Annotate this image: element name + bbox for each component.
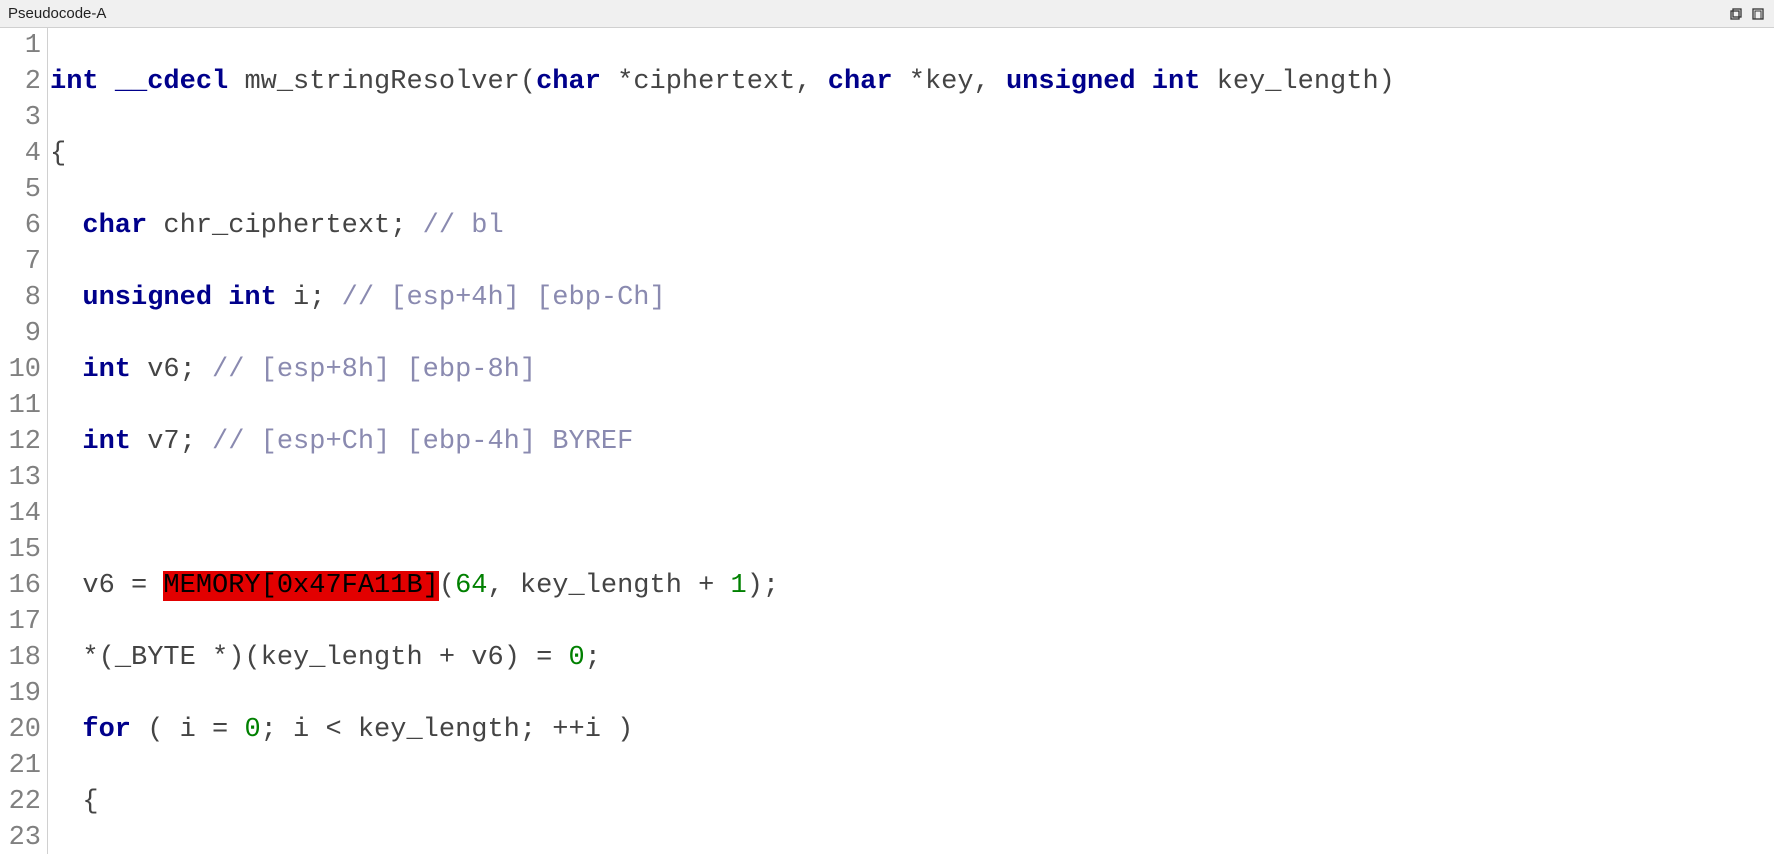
line-number: 22 — [0, 784, 41, 820]
line-number: 9 — [0, 316, 41, 352]
code-editor[interactable]: 1 2 3 4 5 6 7 8 9 10 11 12 13 14 15 16 1… — [0, 28, 1774, 854]
code-line[interactable]: int __cdecl mw_stringResolver(char *ciph… — [50, 64, 1774, 100]
window-titlebar: Pseudocode-A — [0, 0, 1774, 28]
line-number: 2 — [0, 64, 41, 100]
token-type: char — [536, 67, 601, 97]
code-body[interactable]: int __cdecl mw_stringResolver(char *ciph… — [48, 28, 1774, 854]
line-number: 16 — [0, 568, 41, 604]
line-number: 10 — [0, 352, 41, 388]
line-number: 14 — [0, 496, 41, 532]
line-number: 8 — [0, 280, 41, 316]
line-number-gutter: 1 2 3 4 5 6 7 8 9 10 11 12 13 14 15 16 1… — [0, 28, 48, 854]
line-number: 7 — [0, 244, 41, 280]
line-number: 18 — [0, 640, 41, 676]
code-line[interactable]: v6 = MEMORY[0x47FA11B](64, key_length + … — [50, 568, 1774, 604]
line-number: 15 — [0, 532, 41, 568]
code-line[interactable]: { — [50, 784, 1774, 820]
line-number: 1 — [0, 28, 41, 64]
maximize-icon[interactable] — [1750, 6, 1766, 22]
code-line[interactable]: char chr_ciphertext; // bl — [50, 208, 1774, 244]
code-line[interactable]: unsigned int i; // [esp+4h] [ebp-Ch] — [50, 280, 1774, 316]
line-number: 4 — [0, 136, 41, 172]
code-line[interactable]: int v6; // [esp+8h] [ebp-8h] — [50, 352, 1774, 388]
token-punct: ( — [520, 67, 536, 97]
window-title: Pseudocode-A — [8, 5, 1728, 22]
code-line[interactable]: for ( i = 0; i < key_length; ++i ) — [50, 712, 1774, 748]
line-number: 11 — [0, 388, 41, 424]
line-number: 23 — [0, 820, 41, 854]
token-keyword: __cdecl — [115, 67, 228, 97]
memory-ref[interactable]: MEMORY[0x47FA11B] — [163, 571, 438, 601]
code-line[interactable]: int v7; // [esp+Ch] [ebp-4h] BYREF — [50, 424, 1774, 460]
line-number: 19 — [0, 676, 41, 712]
line-number: 13 — [0, 460, 41, 496]
line-number: 21 — [0, 748, 41, 784]
line-number: 6 — [0, 208, 41, 244]
line-number: 20 — [0, 712, 41, 748]
restore-icon[interactable] — [1728, 6, 1744, 22]
code-line[interactable] — [50, 496, 1774, 532]
token-function: mw_stringResolver — [244, 67, 519, 97]
line-number: 12 — [0, 424, 41, 460]
code-line[interactable]: { — [50, 136, 1774, 172]
code-line[interactable]: *(_BYTE *)(key_length + v6) = 0; — [50, 640, 1774, 676]
window-controls — [1728, 6, 1766, 22]
line-number: 17 — [0, 604, 41, 640]
token-type: int — [50, 67, 99, 97]
line-number: 3 — [0, 100, 41, 136]
line-number: 5 — [0, 172, 41, 208]
